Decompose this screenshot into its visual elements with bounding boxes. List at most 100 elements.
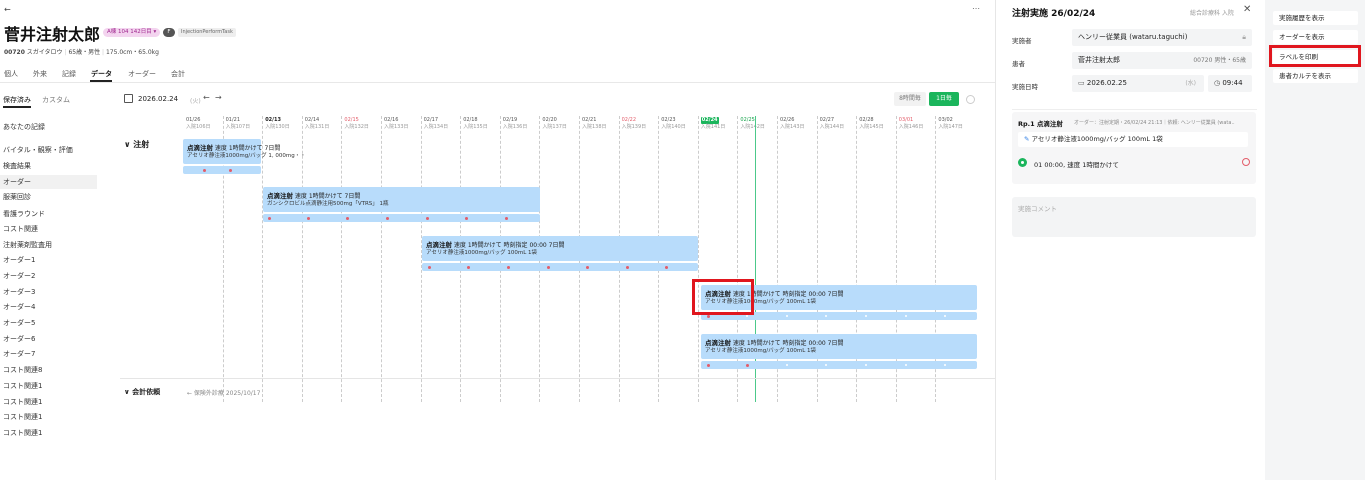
check-icon-center <box>1021 161 1024 164</box>
scheduled-dose-marker[interactable] <box>944 364 946 366</box>
dose-marker[interactable] <box>586 265 589 269</box>
arrow-left-icon[interactable]: ← <box>4 5 11 14</box>
left-nav-item[interactable]: 検査結果 <box>3 159 100 173</box>
left-nav-item[interactable]: コスト関連1 <box>3 395 100 409</box>
performer-field[interactable]: ヘンリー従業員 (wataru.taguchi) 🔒︎ <box>1072 29 1252 46</box>
saved-tab[interactable]: 保存済み <box>3 95 31 105</box>
injection-order-bar[interactable]: 点滴注射 速度 1時間かけて 7日間 ガンシクロビル点滴静注用500mg「VTRS… <box>263 187 540 212</box>
tab-data[interactable]: データ <box>91 69 112 79</box>
dose-marker[interactable] <box>307 216 310 220</box>
day-count-label: 入院140日 <box>661 124 686 130</box>
tab-records[interactable]: 記録 <box>62 69 76 79</box>
left-nav-item[interactable]: コスト関連1 <box>3 426 100 440</box>
left-nav-item[interactable]: オーダー7 <box>3 347 100 361</box>
dose-marker[interactable] <box>505 216 508 220</box>
ward-badge[interactable]: A棟 104 142日目 ▾ <box>103 28 161 37</box>
scheduled-dose-marker[interactable] <box>786 364 788 366</box>
dose-marker[interactable] <box>707 363 710 367</box>
next-date-icon[interactable]: → <box>215 93 222 102</box>
dose-marker[interactable] <box>229 168 232 172</box>
left-nav-item[interactable]: オーダー1 <box>3 253 100 267</box>
left-nav-item[interactable]: あなたの記録 <box>3 120 100 134</box>
tab-personal[interactable]: 個人 <box>4 69 18 79</box>
left-nav-item[interactable]: オーダー <box>0 175 97 189</box>
section-injection[interactable]: ∨ 注射 <box>124 139 149 150</box>
left-nav-item[interactable]: 服薬回診 <box>3 190 100 204</box>
left-nav-item[interactable]: オーダー3 <box>3 285 100 299</box>
left-nav-item[interactable]: 注射薬剤監査用 <box>3 238 100 252</box>
billing-item[interactable]: ← 保険外診療 2025/10/17 <box>187 388 260 397</box>
dose-marker[interactable] <box>665 265 668 269</box>
date-column-header: 02/16 入院133日 <box>384 117 422 131</box>
dose-marker[interactable] <box>346 216 349 220</box>
show-chart-button[interactable]: 患者カルテを表示 <box>1273 69 1358 83</box>
patient-field[interactable]: 菅井注射太郎 00720 男性・65歳 <box>1072 52 1252 69</box>
date-label: 02/22 <box>621 117 637 123</box>
datetime-label: 実施日時 <box>1012 83 1038 91</box>
time-field[interactable]: ◷ 09:44 <box>1208 75 1252 92</box>
view-8h-button[interactable]: 8時間毎 <box>894 92 926 106</box>
view-1d-button[interactable]: 1日毎 <box>929 92 959 106</box>
day-count-label: 入院144日 <box>819 124 845 130</box>
alert-icon[interactable] <box>1242 158 1250 166</box>
date-field[interactable]: ▭ 2026.02.25 (水) <box>1072 75 1204 92</box>
date-column-header: 02/14 入院131日 <box>305 117 343 131</box>
left-nav-item[interactable]: オーダー6 <box>3 332 100 346</box>
scheduled-dose-marker[interactable] <box>865 315 867 317</box>
dose-marker[interactable] <box>268 216 271 220</box>
left-nav-item[interactable]: コスト関連1 <box>3 379 100 393</box>
scheduled-dose-marker[interactable] <box>746 315 748 317</box>
dose-marker[interactable] <box>507 265 510 269</box>
panel-links[interactable]: 総合診療科 入院 <box>1190 8 1234 17</box>
left-nav-item[interactable]: 看護ラウンド <box>3 207 100 221</box>
injection-order-bar[interactable]: 点滴注射 速度 1時間かけて 時刻指定 00:00 7日間 アセリオ静注液1000… <box>422 236 698 261</box>
settings-icon[interactable] <box>966 95 975 104</box>
prev-date-icon[interactable]: ← <box>203 93 210 102</box>
scheduled-dose-marker[interactable] <box>825 315 827 317</box>
dose-marker[interactable] <box>426 216 429 220</box>
close-icon[interactable]: ✕ <box>1243 4 1251 15</box>
tab-billing[interactable]: 会計 <box>171 69 185 79</box>
left-nav-item[interactable]: コスト関連1 <box>3 410 100 424</box>
section-billing[interactable]: ∨ 会計依頼 <box>124 387 160 397</box>
scheduled-dose-marker[interactable] <box>905 364 907 366</box>
left-nav-item[interactable]: オーダー5 <box>3 316 100 330</box>
left-nav-item[interactable]: オーダー2 <box>3 269 100 283</box>
date-label: 02/20 <box>542 117 557 123</box>
toolbar-date[interactable]: 2026.02.24 <box>138 95 178 103</box>
scheduled-dose-marker[interactable] <box>786 315 788 317</box>
day-count-label: 入院107日 <box>225 124 251 130</box>
show-history-button[interactable]: 実施履歴を表示 <box>1273 11 1358 25</box>
left-nav-item[interactable]: オーダー4 <box>3 300 100 314</box>
more-icon[interactable]: ⋯ <box>972 4 980 13</box>
dose-marker[interactable] <box>626 265 629 269</box>
scheduled-dose-marker[interactable] <box>944 315 946 317</box>
dose-marker[interactable] <box>547 265 550 269</box>
custom-tab[interactable]: カスタム <box>42 95 70 105</box>
dose-marker[interactable] <box>746 363 749 367</box>
scheduled-dose-marker[interactable] <box>905 315 907 317</box>
date-column-header: 02/21 入院138日 <box>582 117 620 131</box>
date-label: 02/25 <box>740 117 755 123</box>
drug-row[interactable]: ✎ アセリオ静注液1000mg/バッグ 100mL 1袋 <box>1018 132 1248 147</box>
tab-outpatient[interactable]: 外来 <box>33 69 47 79</box>
dose-marker[interactable] <box>428 265 431 269</box>
dose-marker[interactable] <box>386 216 389 220</box>
scheduled-dose-marker[interactable] <box>825 364 827 366</box>
injection-order-bar[interactable]: 点滴注射 速度 1時間かけて 時刻指定 00:00 7日間 アセリオ静注液1000… <box>701 334 977 359</box>
injection-order-bar[interactable]: 点滴注射 速度 1時間かけて 7日間 アセリオ静注液1000mg/バッグ 1, 0… <box>183 139 306 164</box>
tab-orders[interactable]: オーダー <box>128 69 156 79</box>
left-nav-item[interactable]: バイタル・観察・評価 <box>3 143 100 157</box>
scheduled-dose-marker[interactable] <box>865 364 867 366</box>
show-order-button[interactable]: オーダーを表示 <box>1273 30 1358 44</box>
grid-line <box>381 116 382 402</box>
comment-input[interactable]: 実施コメント <box>1012 197 1256 237</box>
dose-marker[interactable] <box>203 168 206 172</box>
left-nav-item[interactable]: コスト関連 <box>3 222 100 236</box>
pencil-icon: ✎ <box>1024 135 1030 143</box>
dose-row <box>701 361 977 369</box>
calendar-icon[interactable] <box>124 94 133 103</box>
left-nav-item[interactable]: コスト関連8 <box>3 363 100 377</box>
dose-marker[interactable] <box>465 216 468 220</box>
dose-marker[interactable] <box>467 265 470 269</box>
